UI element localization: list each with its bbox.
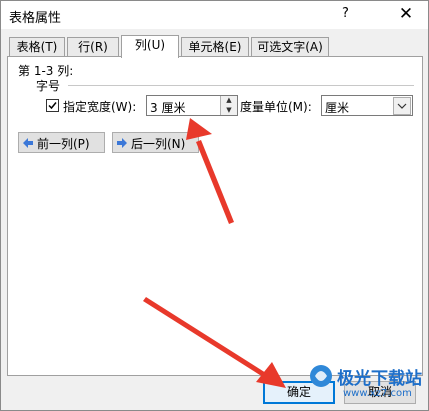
prev-column-button[interactable]: 前一列(P) [18, 132, 105, 153]
arrow-left-icon [23, 138, 33, 148]
dialog-title: 表格属性 [9, 11, 62, 26]
spin-up-icon[interactable]: ▲ [221, 96, 237, 106]
width-spinbox[interactable]: 3 厘米 ▲ ▼ [146, 95, 238, 116]
watermark-url: www.xz7.com [343, 388, 412, 399]
checkmark-icon [48, 102, 57, 110]
unit-label: 度量单位(M): [240, 100, 312, 114]
watermark-logo: 极光下载站 www.xz7.com [307, 358, 425, 406]
tab-column[interactable]: 列(U) [121, 35, 179, 58]
tab-table[interactable]: 表格(T) [9, 37, 65, 56]
prev-column-label: 前一列(P) [37, 137, 90, 151]
tab-cell[interactable]: 单元格(E) [181, 37, 249, 56]
arrow-right-icon [117, 138, 127, 148]
column-panel: 第 1-3 列: 字号 指定宽度(W): 3 厘米 ▲ ▼ 度量单位(M): 厘… [7, 56, 423, 376]
next-column-button[interactable]: 后一列(N) [112, 132, 199, 153]
width-spin-buttons[interactable]: ▲ ▼ [220, 96, 237, 115]
chevron-down-icon[interactable] [393, 97, 411, 115]
table-properties-dialog: 表格属性 ? ✕ 表格(T) 行(R) 列(U) 单元格(E) 可选文字(A) … [0, 0, 429, 411]
help-button[interactable]: ? [342, 6, 349, 21]
title-bar: 表格属性 ? ✕ [1, 1, 428, 29]
watermark-text: 极光下载站 [337, 369, 422, 389]
unit-value: 厘米 [325, 101, 350, 115]
next-column-label: 后一列(N) [131, 137, 186, 151]
spin-down-icon[interactable]: ▼ [221, 106, 237, 116]
specify-width-label: 指定宽度(W): [63, 100, 137, 114]
tab-row[interactable]: 行(R) [67, 37, 119, 56]
tab-alt-text[interactable]: 可选文字(A) [251, 37, 329, 56]
specify-width-checkbox[interactable] [46, 99, 59, 112]
unit-select[interactable]: 厘米 [321, 95, 413, 116]
close-button[interactable]: ✕ [389, 3, 423, 25]
width-value[interactable]: 3 厘米 [150, 99, 185, 116]
size-section-label: 字号 [36, 79, 61, 93]
section-divider [68, 85, 414, 86]
tab-bar: 表格(T) 行(R) 列(U) 单元格(E) 可选文字(A) [7, 35, 423, 58]
